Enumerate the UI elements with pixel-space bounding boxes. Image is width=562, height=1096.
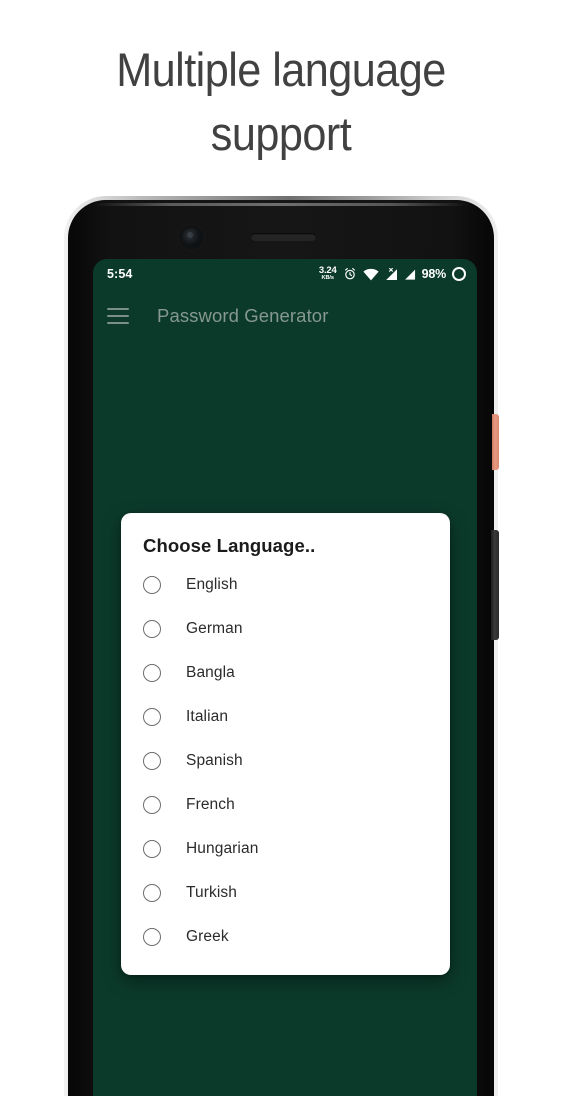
power-button[interactable]: [492, 414, 499, 470]
language-label: German: [186, 620, 243, 637]
list-item[interactable]: Italian: [121, 695, 450, 739]
status-clock: 5:54: [107, 267, 133, 281]
language-label: Greek: [186, 928, 229, 945]
dialog-title: Choose Language..: [143, 535, 316, 556]
list-item[interactable]: Bangla: [121, 651, 450, 695]
language-label: Hungarian: [186, 840, 259, 857]
battery-ring-icon: [452, 267, 466, 281]
phone-bezel: 5:54 3.24 KB/s 98% Password Generator Ch…: [68, 200, 494, 1096]
status-bar: 5:54 3.24 KB/s 98%: [93, 259, 477, 289]
earpiece-speaker-icon: [251, 233, 316, 241]
list-item[interactable]: French: [121, 783, 450, 827]
language-label: French: [186, 796, 235, 813]
volume-rocker[interactable]: [491, 530, 499, 640]
radio-button-icon[interactable]: [143, 884, 161, 902]
radio-button-icon[interactable]: [143, 840, 161, 858]
wifi-icon: [362, 268, 379, 280]
bezel-highlight: [94, 203, 468, 206]
battery-percent-label: 98%: [421, 267, 447, 281]
radio-button-icon[interactable]: [143, 576, 161, 594]
list-item[interactable]: German: [121, 607, 450, 651]
language-label: Italian: [186, 708, 229, 725]
radio-button-icon[interactable]: [143, 708, 161, 726]
network-speed-indicator: 3.24 KB/s: [319, 266, 337, 282]
hamburger-menu-icon[interactable]: [107, 308, 129, 324]
front-camera-icon: [182, 228, 201, 247]
hamburger-line: [107, 314, 129, 318]
phone-mockup: 5:54 3.24 KB/s 98% Password Generator Ch…: [64, 196, 499, 1096]
signal-1-icon: [385, 267, 397, 280]
language-label: English: [186, 576, 238, 593]
app-bar: Password Generator: [93, 289, 477, 343]
radio-button-icon[interactable]: [143, 752, 161, 770]
list-item[interactable]: Turkish: [121, 871, 450, 915]
phone-screen: 5:54 3.24 KB/s 98% Password Generator Ch…: [93, 259, 477, 1096]
hamburger-line: [107, 308, 129, 311]
language-label: Spanish: [186, 752, 243, 769]
list-item[interactable]: Greek: [121, 915, 450, 959]
radio-button-icon[interactable]: [143, 796, 161, 814]
list-item[interactable]: English: [121, 563, 450, 607]
page-title: Multiple language support: [116, 43, 446, 160]
language-list: English German Bangla Italian Spanish Fr…: [121, 563, 450, 959]
status-icons-group: 3.24 KB/s 98%: [319, 266, 466, 282]
language-label: Bangla: [186, 664, 235, 681]
network-speed-unit: KB/s: [321, 275, 334, 282]
signal-2-icon: [404, 269, 415, 280]
network-speed-value: 3.24: [318, 264, 337, 276]
radio-button-icon[interactable]: [143, 620, 161, 638]
list-item[interactable]: Hungarian: [121, 827, 450, 871]
language-label: Turkish: [186, 884, 237, 901]
radio-button-icon[interactable]: [143, 664, 161, 682]
hamburger-line: [107, 321, 129, 324]
app-bar-title: Password Generator: [157, 305, 329, 326]
radio-button-icon[interactable]: [143, 928, 161, 946]
choose-language-dialog: Choose Language.. English German Bangla: [121, 513, 450, 975]
list-item[interactable]: Spanish: [121, 739, 450, 783]
alarm-icon: [344, 267, 355, 280]
